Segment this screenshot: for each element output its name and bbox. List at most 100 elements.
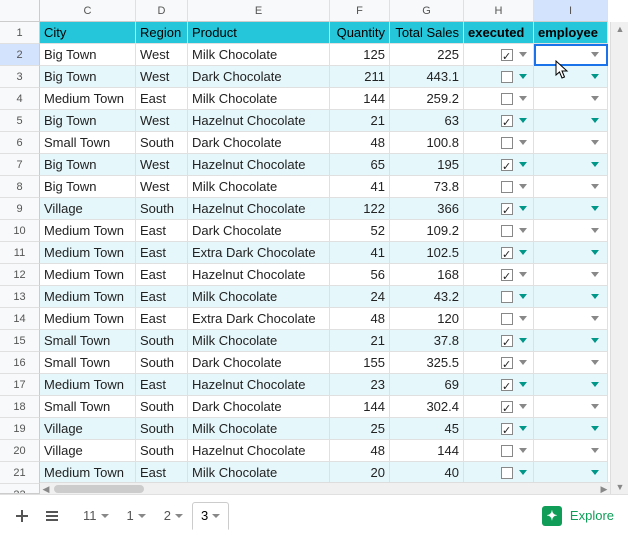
- cell-quantity[interactable]: 144: [330, 396, 390, 418]
- cell-product[interactable]: Milk Chocolate: [188, 176, 330, 198]
- cell-total-sales[interactable]: 225: [390, 44, 464, 66]
- cell-region[interactable]: South: [136, 440, 188, 462]
- dropdown-icon[interactable]: [519, 272, 527, 277]
- row-header-18[interactable]: 18: [0, 396, 40, 418]
- scroll-thumb[interactable]: [54, 485, 144, 493]
- row-header-3[interactable]: 3: [0, 66, 40, 88]
- dropdown-icon[interactable]: [519, 118, 527, 123]
- cell-employee[interactable]: [534, 418, 608, 440]
- sheet-tab-11[interactable]: 11: [74, 502, 118, 530]
- dropdown-icon[interactable]: [591, 272, 599, 277]
- checkbox-icon[interactable]: [501, 49, 513, 61]
- dropdown-icon[interactable]: [519, 96, 527, 101]
- cell-employee[interactable]: [534, 88, 608, 110]
- column-header-C[interactable]: C: [40, 0, 136, 22]
- checkbox-icon[interactable]: [501, 93, 513, 105]
- cell-quantity[interactable]: 21: [330, 330, 390, 352]
- dropdown-icon[interactable]: [519, 338, 527, 343]
- cell-city[interactable]: Big Town: [40, 66, 136, 88]
- explore-button[interactable]: ✦ Explore: [542, 506, 614, 526]
- cell-product[interactable]: Milk Chocolate: [188, 44, 330, 66]
- cell-executed[interactable]: [464, 110, 534, 132]
- cell-product[interactable]: Hazelnut Chocolate: [188, 264, 330, 286]
- cell-product[interactable]: Milk Chocolate: [188, 462, 330, 484]
- cell-total-sales[interactable]: 63: [390, 110, 464, 132]
- cell-total-sales[interactable]: 73.8: [390, 176, 464, 198]
- checkbox-icon[interactable]: [501, 445, 513, 457]
- cell-total-sales[interactable]: 45: [390, 418, 464, 440]
- dropdown-icon[interactable]: [591, 228, 599, 233]
- sheet-tab-2[interactable]: 2: [155, 502, 192, 530]
- checkbox-icon[interactable]: [501, 269, 513, 281]
- cell-city[interactable]: Big Town: [40, 110, 136, 132]
- cell-total-sales[interactable]: 325.5: [390, 352, 464, 374]
- checkbox-icon[interactable]: [501, 159, 513, 171]
- dropdown-icon[interactable]: [591, 470, 599, 475]
- cell-region[interactable]: East: [136, 220, 188, 242]
- checkbox-icon[interactable]: [501, 313, 513, 325]
- chevron-down-icon[interactable]: [138, 514, 146, 518]
- checkbox-icon[interactable]: [501, 137, 513, 149]
- row-header-16[interactable]: 16: [0, 352, 40, 374]
- header-cell-I[interactable]: employee: [534, 22, 608, 44]
- cell-city[interactable]: Small Town: [40, 352, 136, 374]
- cell-employee[interactable]: [534, 462, 608, 484]
- dropdown-icon[interactable]: [591, 184, 599, 189]
- cell-product[interactable]: Hazelnut Chocolate: [188, 154, 330, 176]
- header-cell-G[interactable]: Total Sales: [390, 22, 464, 44]
- cell-employee[interactable]: [534, 374, 608, 396]
- cell-product[interactable]: Hazelnut Chocolate: [188, 374, 330, 396]
- dropdown-icon[interactable]: [519, 184, 527, 189]
- cell-region[interactable]: West: [136, 176, 188, 198]
- cell-product[interactable]: Milk Chocolate: [188, 418, 330, 440]
- cell-product[interactable]: Dark Chocolate: [188, 66, 330, 88]
- cell-region[interactable]: East: [136, 308, 188, 330]
- cell-quantity[interactable]: 65: [330, 154, 390, 176]
- dropdown-icon[interactable]: [519, 360, 527, 365]
- cell-employee[interactable]: [534, 308, 608, 330]
- row-header-9[interactable]: 9: [0, 198, 40, 220]
- checkbox-icon[interactable]: [501, 225, 513, 237]
- cell-total-sales[interactable]: 302.4: [390, 396, 464, 418]
- cell-total-sales[interactable]: 43.2: [390, 286, 464, 308]
- cell-quantity[interactable]: 24: [330, 286, 390, 308]
- cell-quantity[interactable]: 20: [330, 462, 390, 484]
- cell-city[interactable]: Village: [40, 418, 136, 440]
- cell-city[interactable]: Medium Town: [40, 264, 136, 286]
- cell-executed[interactable]: [464, 374, 534, 396]
- cell-product[interactable]: Milk Chocolate: [188, 88, 330, 110]
- vertical-scrollbar[interactable]: ▲ ▼: [610, 22, 628, 494]
- cell-executed[interactable]: [464, 264, 534, 286]
- dropdown-icon[interactable]: [519, 74, 527, 79]
- row-header-14[interactable]: 14: [0, 308, 40, 330]
- cell-product[interactable]: Hazelnut Chocolate: [188, 198, 330, 220]
- checkbox-icon[interactable]: [501, 247, 513, 259]
- dropdown-icon[interactable]: [519, 162, 527, 167]
- dropdown-icon[interactable]: [591, 250, 599, 255]
- cell-executed[interactable]: [464, 88, 534, 110]
- cell-region[interactable]: South: [136, 352, 188, 374]
- cell-executed[interactable]: [464, 352, 534, 374]
- cell-executed[interactable]: [464, 286, 534, 308]
- cell-city[interactable]: Medium Town: [40, 220, 136, 242]
- cell-region[interactable]: East: [136, 264, 188, 286]
- cell-executed[interactable]: [464, 132, 534, 154]
- dropdown-icon[interactable]: [519, 448, 527, 453]
- checkbox-icon[interactable]: [501, 115, 513, 127]
- checkbox-icon[interactable]: [501, 291, 513, 303]
- chevron-down-icon[interactable]: [175, 514, 183, 518]
- dropdown-icon[interactable]: [591, 360, 599, 365]
- cell-executed[interactable]: [464, 242, 534, 264]
- checkbox-icon[interactable]: [501, 203, 513, 215]
- column-header-I[interactable]: I: [534, 0, 608, 22]
- dropdown-icon[interactable]: [519, 140, 527, 145]
- cell-total-sales[interactable]: 366: [390, 198, 464, 220]
- scroll-up-icon[interactable]: ▲: [611, 22, 628, 36]
- cell-employee[interactable]: [534, 176, 608, 198]
- dropdown-icon[interactable]: [519, 382, 527, 387]
- row-header-19[interactable]: 19: [0, 418, 40, 440]
- cell-employee[interactable]: [534, 242, 608, 264]
- dropdown-icon[interactable]: [519, 228, 527, 233]
- header-cell-H[interactable]: executed: [464, 22, 534, 44]
- cell-quantity[interactable]: 52: [330, 220, 390, 242]
